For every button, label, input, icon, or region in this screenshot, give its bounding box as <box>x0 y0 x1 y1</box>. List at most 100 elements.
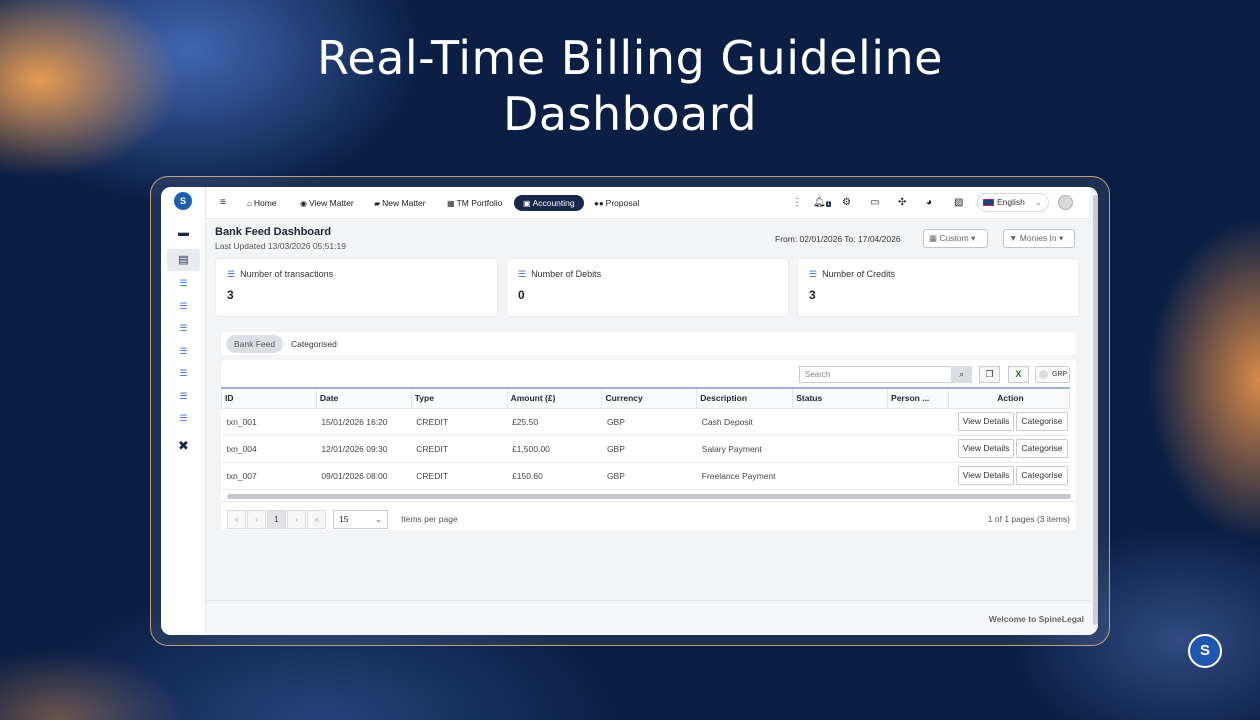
tab-bank-feed[interactable]: Bank Feed <box>226 335 284 353</box>
footer-text: Welcome to SpineLegal <box>988 614 1084 624</box>
pager-next-button[interactable]: › <box>287 510 306 529</box>
notification-count: 1 <box>825 201 832 207</box>
avatar[interactable] <box>1058 195 1073 210</box>
list-icon[interactable]: ☰ <box>161 368 206 379</box>
copy-icon[interactable]: ❐ <box>979 366 1000 383</box>
calendar-icon: ▦ <box>929 233 940 243</box>
nav-tm-portfolio[interactable]: ▦ TM Portfolio <box>447 195 502 211</box>
pager-current-page[interactable]: 1 <box>267 510 286 529</box>
nav-new-matter-label: New Matter <box>382 198 426 208</box>
more-vertical-icon[interactable]: ⋮ <box>792 195 802 211</box>
column-header[interactable]: Amount (£) <box>506 387 603 409</box>
table-row[interactable]: txn_001 15/01/2026 16:20 CREDIT £25.50 G… <box>221 408 1070 436</box>
expand-icon[interactable]: ✣ <box>898 195 906 211</box>
home-icon: ⌂ <box>247 199 252 208</box>
stat-card-transactions: ☰ Number of transactions 3 <box>215 258 498 317</box>
nav-proposal[interactable]: ●● Proposal <box>594 195 639 211</box>
stat-label: ☰ Number of transactions <box>227 269 333 280</box>
view-details-button[interactable]: View Details <box>957 466 1015 485</box>
cell-action: View Details Categorise <box>948 462 1070 490</box>
palette-icon[interactable]: ◕ <box>926 195 932 211</box>
cell-person <box>887 435 949 463</box>
transactions-grid: Search ⌕ ❐ X GRP ID Date Type Amount (£)… <box>221 360 1076 530</box>
document-sign-icon[interactable]: ▧ <box>954 195 963 211</box>
stat-label-text: Number of Debits <box>531 269 602 279</box>
folder-open-icon[interactable]: ▭ <box>870 195 879 211</box>
search-input[interactable]: Search <box>799 366 972 383</box>
list-icon[interactable]: ☰ <box>161 413 206 424</box>
column-header[interactable]: Date <box>315 387 412 409</box>
categorise-button[interactable]: Categorise <box>1016 439 1068 458</box>
column-header[interactable]: Action <box>947 387 1071 409</box>
hero-title-line-1: Real-Time Billing Guideline <box>317 31 943 85</box>
group-toggle[interactable]: GRP <box>1035 366 1070 383</box>
list-icon[interactable]: ☰ <box>161 391 206 402</box>
cell-person <box>887 408 949 436</box>
table-row[interactable]: txn_007 09/01/2026 08:00 CREDIT £150.60 … <box>221 462 1070 490</box>
page-size-select[interactable]: 15 ⌄ <box>333 510 388 529</box>
cell-id: txn_004 <box>221 435 317 463</box>
list-icon[interactable]: ☰ <box>161 346 206 357</box>
view-details-button[interactable]: View Details <box>957 439 1015 458</box>
cell-status <box>792 408 888 436</box>
column-header[interactable]: ID <box>221 387 317 409</box>
pager-last-button[interactable]: » <box>307 510 326 529</box>
list-icon[interactable]: ☰ <box>161 301 206 312</box>
pager-prev-button[interactable]: ‹ <box>247 510 266 529</box>
list-icon: ☰ <box>227 269 236 279</box>
categorise-button[interactable]: Categorise <box>1016 466 1068 485</box>
stat-label: ☰ Number of Debits <box>518 269 601 280</box>
view-details-button[interactable]: View Details <box>957 412 1015 431</box>
hero-title-line-2: Dashboard <box>502 87 758 141</box>
excel-export-icon[interactable]: X <box>1008 366 1029 383</box>
transactions-table: ID Date Type Amount (£) Currency Descrip… <box>221 387 1071 490</box>
column-header[interactable]: Person ... <box>887 387 949 409</box>
cell-action: View Details Categorise <box>948 408 1070 436</box>
tabs-bar: Bank Feed Categorised <box>221 332 1076 355</box>
gear-icon[interactable]: ⚙ <box>842 195 851 211</box>
chevron-down-icon: ⌄ <box>374 514 382 524</box>
list-icon[interactable]: ☰ <box>161 323 206 334</box>
search-icon[interactable]: ⌕ <box>951 366 972 383</box>
stat-card-credits: ☰ Number of Credits 3 <box>797 258 1080 317</box>
cell-description: Salary Payment <box>696 435 793 463</box>
column-header[interactable]: Status <box>792 387 889 409</box>
language-select[interactable]: English ⌄ <box>977 193 1049 212</box>
app-logo[interactable]: S <box>174 192 192 210</box>
nav-view-matter[interactable]: ◉ View Matter <box>300 195 354 211</box>
notification-bell-icon[interactable]: 🔔︎1 <box>813 195 832 212</box>
wallet-icon[interactable]: ▬ <box>161 227 206 239</box>
footer: Welcome to SpineLegal <box>206 600 1090 635</box>
stat-card-debits: ☰ Number of Debits 0 <box>506 258 789 317</box>
pager-first-button[interactable]: « <box>227 510 246 529</box>
range-select[interactable]: ▦ Custom ▾ <box>923 229 988 248</box>
list-icon: ☰ <box>518 269 527 279</box>
tools-icon[interactable]: ✖ <box>161 438 206 454</box>
categorise-button[interactable]: Categorise <box>1016 412 1068 431</box>
uk-flag-icon <box>983 199 994 207</box>
sidebar: S ▬ ▤ ☰ ☰ ☰ ☰ ☰ ☰ ☰ ✖ <box>161 187 206 635</box>
horizontal-scrollbar[interactable] <box>227 494 1071 499</box>
menu-icon[interactable]: ≡ <box>220 195 226 211</box>
nav-home[interactable]: ⌂ Home <box>247 195 277 211</box>
cell-status <box>792 435 888 463</box>
table-row[interactable]: txn_004 12/01/2026 09:30 CREDIT £1,500.0… <box>221 435 1070 463</box>
cell-amount: £1,500.00 <box>507 435 602 463</box>
book-icon: ▣ <box>523 199 531 208</box>
column-header[interactable]: Currency <box>601 387 698 409</box>
document-icon[interactable]: ▤ <box>167 249 200 271</box>
nav-accounting[interactable]: ▣ Accounting <box>514 195 584 211</box>
nav-new-matter[interactable]: ▰ New Matter <box>374 195 426 211</box>
last-updated: Last Updated 13/03/2026 05:51:19 <box>215 241 346 251</box>
vertical-scrollbar[interactable] <box>1093 195 1098 625</box>
list-icon[interactable]: ☰ <box>161 278 206 289</box>
nav-tm-portfolio-label: TM Portfolio <box>456 198 503 208</box>
cell-action: View Details Categorise <box>948 435 1070 463</box>
column-header[interactable]: Type <box>410 387 508 409</box>
column-header[interactable]: Description <box>696 387 794 409</box>
tab-categorised[interactable]: Categorised <box>283 335 345 353</box>
cell-currency: GBP <box>601 435 697 463</box>
cell-type: CREDIT <box>411 462 508 490</box>
folder-plus-icon: ▰ <box>374 199 381 208</box>
monies-filter[interactable]: ▼ Monies In ▾ <box>1003 229 1075 248</box>
